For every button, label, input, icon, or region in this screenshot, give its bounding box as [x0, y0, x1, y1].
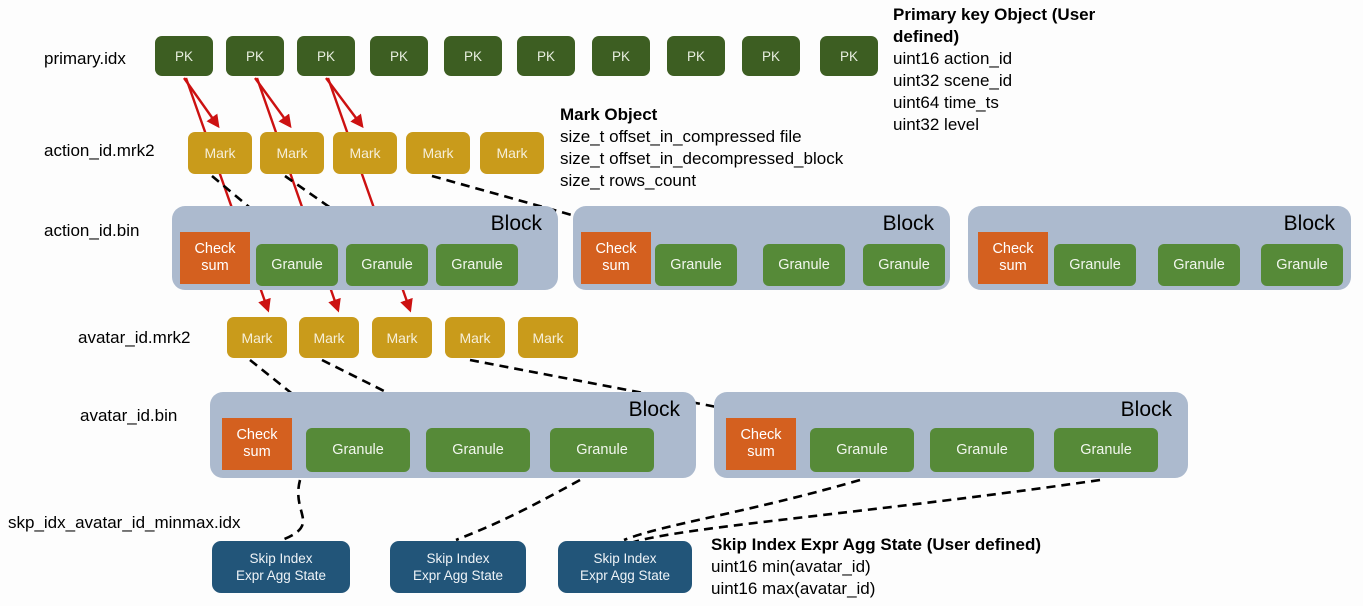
pk-cell-primary-idx-1[interactable]: PK [226, 36, 284, 76]
granule-action-id-bin-1-0[interactable]: Granule [655, 244, 737, 286]
block-title-action-id-bin-0: Block [490, 212, 542, 235]
block-title-action-id-bin-2: Block [1283, 212, 1335, 235]
block-avatar-id-bin-1: Block Check sum Granule Granule Granule [714, 392, 1188, 478]
pk-to-mark-arrow-2 [254, 77, 292, 129]
legend-skip-index-expr-agg-state: Skip Index Expr Agg State (User defined)… [711, 535, 1041, 598]
checksum-action-id-bin-1: Check sum [581, 232, 651, 284]
mark-cell-action-id-mrk2-3[interactable]: Mark [406, 132, 470, 174]
granule-avatar-id-bin-1-0[interactable]: Granule [810, 428, 914, 472]
mark-cell-avatar-id-mrk2-2[interactable]: Mark [372, 317, 432, 358]
pk-cell-primary-idx-7[interactable]: PK [667, 36, 725, 76]
granule-avatar-id-bin-1-2[interactable]: Granule [1054, 428, 1158, 472]
granule-avatar-id-bin-0-2[interactable]: Granule [550, 428, 654, 472]
pk-cell-primary-idx-2[interactable]: PK [297, 36, 355, 76]
pk-cell-primary-idx-3[interactable]: PK [370, 36, 428, 76]
block-avatar-id-bin-0: Block Check sum Granule Granule Granule [210, 392, 696, 478]
skip-index-cell-0[interactable]: Skip Index Expr Agg State [212, 541, 350, 593]
row-label-action-id-mrk2: action_id.mrk2 [44, 141, 155, 160]
pk-cell-primary-idx-9[interactable]: PK [820, 36, 878, 76]
row-label-skp-idx-avatar-id-minmax: skp_idx_avatar_id_minmax.idx [8, 513, 241, 532]
block-title-avatar-id-bin-0: Block [628, 398, 680, 421]
pk-cell-primary-idx-8[interactable]: PK [742, 36, 800, 76]
skip-index-cell-1[interactable]: Skip Index Expr Agg State [390, 541, 526, 593]
block-action-id-bin-1: Block Check sum Granule Granule Granule [573, 206, 950, 290]
granule-action-id-bin-1-2[interactable]: Granule [863, 244, 945, 286]
mark-cell-action-id-mrk2-2[interactable]: Mark [333, 132, 397, 174]
granule-action-id-bin-2-2[interactable]: Granule [1261, 244, 1343, 286]
checksum-action-id-bin-0: Check sum [180, 232, 250, 284]
pk-to-mark-arrow-0 [183, 77, 220, 129]
granule-to-skip-index-curve-2 [623, 478, 861, 542]
checksum-avatar-id-bin-1: Check sum [726, 418, 796, 470]
granule-avatar-id-bin-0-0[interactable]: Granule [306, 428, 410, 472]
mark-cell-avatar-id-mrk2-3[interactable]: Mark [445, 317, 505, 358]
row-label-avatar-id-bin: avatar_id.bin [80, 406, 178, 425]
pk-cell-primary-idx-4[interactable]: PK [444, 36, 502, 76]
row-label-avatar-id-mrk2: avatar_id.mrk2 [78, 328, 191, 347]
granule-avatar-id-bin-0-1[interactable]: Granule [426, 428, 530, 472]
block-action-id-bin-2: Block Check sum Granule Granule Granule [968, 206, 1351, 290]
skip-index-cell-2[interactable]: Skip Index Expr Agg State [558, 541, 692, 593]
granule-action-id-bin-1-1[interactable]: Granule [763, 244, 845, 286]
diagram-canvas: primary.idx PK PK PK PK PK PK PK PK PK PK action_id… [0, 0, 1363, 606]
mark-cell-action-id-mrk2-0[interactable]: Mark [188, 132, 252, 174]
granule-to-skip-index-curve-0 [281, 479, 305, 542]
block-title-avatar-id-bin-1: Block [1120, 398, 1172, 421]
granule-action-id-bin-2-1[interactable]: Granule [1158, 244, 1240, 286]
pk-cell-primary-idx-6[interactable]: PK [592, 36, 650, 76]
block-title-action-id-bin-1: Block [882, 212, 934, 235]
mark-cell-action-id-mrk2-1[interactable]: Mark [260, 132, 324, 174]
mark-cell-action-id-mrk2-4[interactable]: Mark [480, 132, 544, 174]
row-label-primary-idx: primary.idx [44, 49, 126, 68]
granule-action-id-bin-0-2[interactable]: Granule [436, 244, 518, 286]
granule-action-id-bin-0-1[interactable]: Granule [346, 244, 428, 286]
granule-avatar-id-bin-1-1[interactable]: Granule [930, 428, 1034, 472]
mark-cell-avatar-id-mrk2-4[interactable]: Mark [518, 317, 578, 358]
mark-cell-avatar-id-mrk2-0[interactable]: Mark [227, 317, 287, 358]
pk-cell-primary-idx-0[interactable]: PK [155, 36, 213, 76]
pk-to-mark-arrow-4 [325, 77, 364, 129]
granule-action-id-bin-0-0[interactable]: Granule [256, 244, 338, 286]
legend-mark-object: Mark Object size_t offset_in_compressed f… [560, 105, 844, 190]
pk-cell-primary-idx-5[interactable]: PK [517, 36, 575, 76]
checksum-avatar-id-bin-0: Check sum [222, 418, 292, 470]
granule-action-id-bin-2-0[interactable]: Granule [1054, 244, 1136, 286]
checksum-action-id-bin-2: Check sum [978, 232, 1048, 284]
legend-primary-key-object: Primary key Object (User defined) uint16 a… [893, 5, 1096, 134]
granule-to-skip-index-curve-1 [455, 478, 581, 542]
row-label-action-id-bin: action_id.bin [44, 221, 140, 240]
block-action-id-bin-0: Block Check sum Granule Granule Granule [172, 206, 558, 290]
mark-cell-avatar-id-mrk2-1[interactable]: Mark [299, 317, 359, 358]
